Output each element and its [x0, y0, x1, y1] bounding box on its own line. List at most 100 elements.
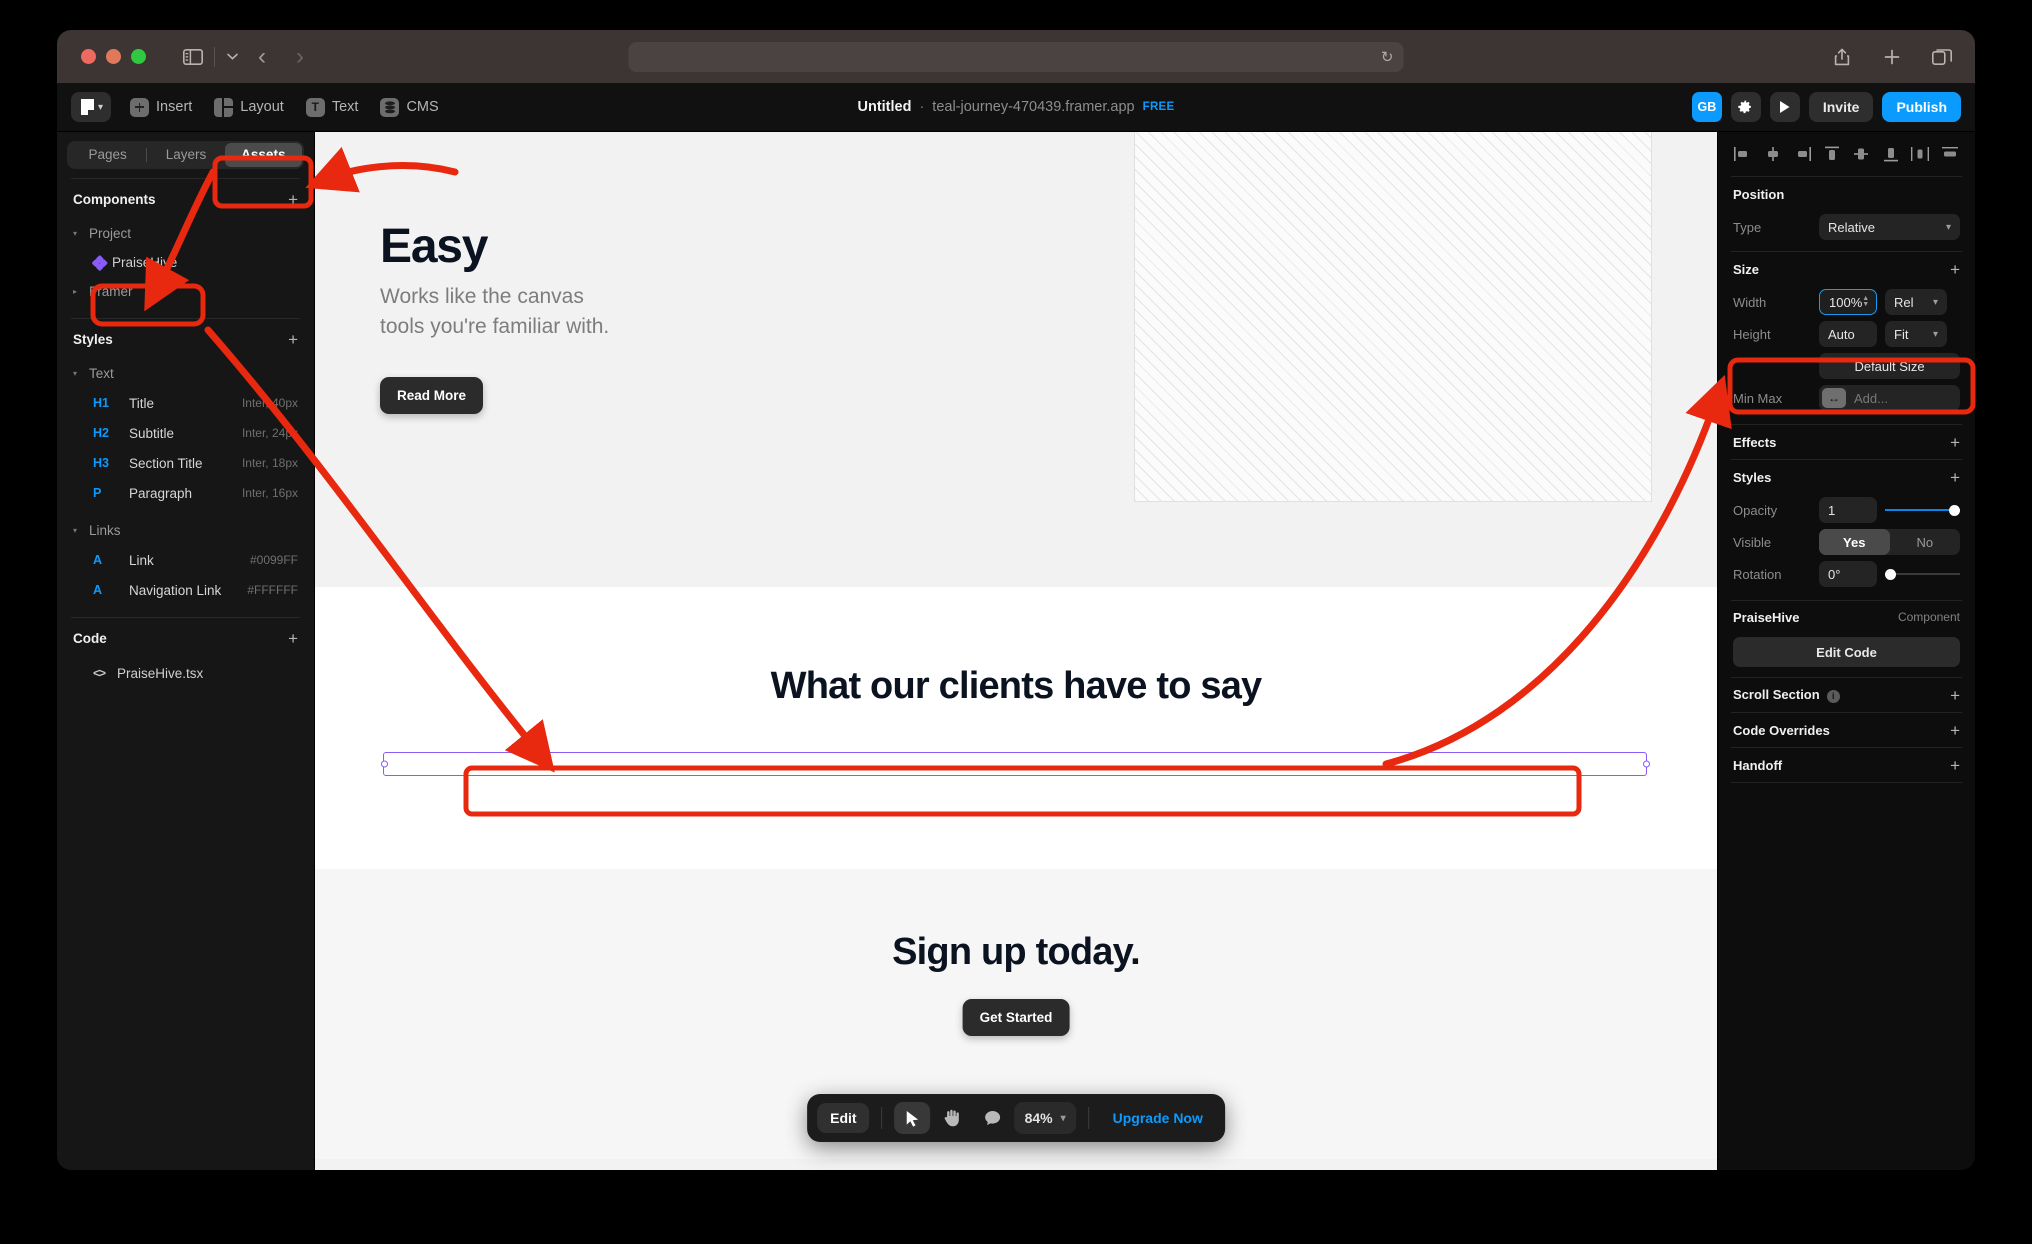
distribute-horizontal-icon[interactable] — [1910, 145, 1930, 163]
styles-group-text[interactable]: Text — [57, 359, 314, 388]
zoom-control[interactable]: 84% ▾ — [1014, 1102, 1076, 1134]
canvas[interactable]: Easy Works like the canvas tools you're f… — [315, 132, 1717, 1170]
chevron-down-icon[interactable] — [221, 42, 243, 72]
selected-component-on-canvas[interactable] — [380, 752, 1650, 776]
toolbar-layout-button[interactable]: Layout — [205, 92, 293, 122]
resize-handle-right[interactable] — [1642, 760, 1650, 768]
maximize-window-button[interactable] — [131, 49, 146, 64]
minimize-window-button[interactable] — [106, 49, 121, 64]
play-icon[interactable] — [1769, 92, 1800, 122]
code-icon: <> — [93, 666, 106, 680]
new-tab-icon[interactable] — [1877, 42, 1907, 72]
style-item-section-title[interactable]: H3 Section Title Inter, 18px — [57, 448, 314, 478]
add-style-button[interactable]: + — [288, 331, 298, 348]
position-type-select[interactable]: Relative ▾ — [1819, 214, 1960, 240]
align-right-icon[interactable] — [1792, 145, 1812, 163]
invite-button[interactable]: Invite — [1808, 92, 1874, 122]
align-center-vertical-icon[interactable] — [1851, 145, 1871, 163]
effects-title: Effects — [1733, 434, 1777, 450]
style-item-subtitle[interactable]: H2 Subtitle Inter, 24px — [57, 418, 314, 448]
slider-knob[interactable] — [1949, 504, 1960, 516]
height-unit-select[interactable]: Fit ▾ — [1885, 321, 1947, 347]
sidebar-toggle-icon[interactable] — [178, 42, 208, 72]
add-code-override-button[interactable]: + — [1950, 722, 1960, 739]
align-bottom-icon[interactable] — [1881, 145, 1901, 163]
rotation-input[interactable]: 0° — [1819, 561, 1877, 587]
width-unit-select[interactable]: Rel ▾ — [1885, 289, 1947, 315]
width-stepper[interactable]: ▲ ▼ — [1862, 295, 1869, 308]
visible-no-option[interactable]: No — [1890, 529, 1961, 555]
opacity-slider[interactable] — [1885, 497, 1960, 523]
align-center-horizontal-icon[interactable] — [1763, 145, 1783, 163]
arrows-horizontal-icon: ↔ — [1822, 388, 1846, 408]
resize-handle-left[interactable] — [380, 760, 388, 768]
hand-icon[interactable] — [935, 1102, 971, 1134]
tab-pages[interactable]: Pages — [69, 143, 146, 167]
distribute-vertical-icon[interactable] — [1940, 145, 1960, 163]
reload-icon[interactable]: ↻ — [1381, 48, 1394, 66]
chevron-down-icon[interactable] — [73, 229, 83, 238]
info-icon[interactable]: i — [1826, 689, 1840, 703]
style-item-title[interactable]: H1 Title Inter, 40px — [57, 388, 314, 418]
tab-assets[interactable]: Assets — [224, 143, 302, 167]
tree-item-project[interactable]: Project — [57, 219, 314, 248]
back-button[interactable]: ‹ — [243, 44, 281, 69]
default-size-button[interactable]: Default Size — [1819, 353, 1960, 379]
tab-layers[interactable]: Layers — [147, 143, 224, 167]
address-bar[interactable]: ↻ — [628, 41, 1404, 72]
inspector-styles-section-header: Styles + — [1718, 460, 1975, 494]
get-started-button[interactable]: Get Started — [962, 999, 1070, 1036]
styles-group-links[interactable]: Links — [57, 516, 314, 545]
edit-code-button[interactable]: Edit Code — [1733, 637, 1960, 667]
cursor-icon[interactable] — [894, 1102, 931, 1134]
add-handoff-button[interactable]: + — [1950, 757, 1960, 774]
style-name-subtitle: Subtitle — [129, 425, 175, 441]
framer-logo-button[interactable]: ▾ — [71, 92, 112, 122]
edit-mode-button[interactable]: Edit — [817, 1103, 870, 1133]
chevron-right-icon[interactable] — [73, 287, 83, 296]
share-icon[interactable] — [1827, 42, 1857, 72]
chevron-down-icon: ▾ — [1060, 1112, 1066, 1124]
document-domain[interactable]: teal-journey-470439.framer.app — [932, 99, 1134, 115]
minmax-label: Min Max — [1733, 390, 1783, 406]
add-size-button[interactable]: + — [1950, 261, 1960, 278]
upgrade-now-button[interactable]: Upgrade Now — [1101, 1110, 1215, 1126]
avatar[interactable]: GB — [1691, 92, 1722, 122]
style-item-navigation-link[interactable]: A Navigation Link #FFFFFF — [57, 575, 314, 605]
style-item-link[interactable]: A Link #0099FF — [57, 545, 314, 575]
document-name[interactable]: Untitled — [857, 99, 911, 115]
tree-item-praisehive[interactable]: PraiseHive — [57, 248, 314, 277]
code-file-praisehive[interactable]: <> PraiseHive.tsx — [57, 658, 314, 688]
style-item-paragraph[interactable]: P Paragraph Inter, 16px — [57, 478, 314, 508]
read-more-button[interactable]: Read More — [380, 377, 484, 414]
align-top-icon[interactable] — [1822, 145, 1842, 163]
rotation-slider[interactable] — [1885, 561, 1960, 587]
publish-button[interactable]: Publish — [1882, 92, 1961, 122]
gear-icon[interactable] — [1730, 92, 1761, 122]
toolbar-cms-button[interactable]: CMS — [371, 92, 447, 122]
tree-item-framer[interactable]: Framer — [57, 277, 314, 306]
add-effect-button[interactable]: + — [1950, 434, 1960, 451]
toolbar-insert-button[interactable]: Insert — [121, 92, 201, 122]
close-window-button[interactable] — [81, 49, 96, 64]
chrome-divider — [214, 46, 215, 67]
visible-yes-option[interactable]: Yes — [1819, 529, 1890, 555]
add-inspector-style-button[interactable]: + — [1950, 469, 1960, 486]
height-input[interactable]: Auto — [1819, 321, 1877, 347]
toolbar-text-button[interactable]: T Text — [297, 92, 368, 122]
tabs-icon[interactable] — [1927, 42, 1957, 72]
forward-button[interactable]: › — [281, 44, 319, 69]
opacity-input[interactable]: 1 — [1819, 497, 1877, 523]
comment-icon[interactable] — [975, 1102, 1011, 1134]
position-type-label: Type — [1733, 219, 1762, 235]
slider-knob[interactable] — [1885, 568, 1896, 580]
add-scroll-section-button[interactable]: + — [1950, 687, 1960, 704]
add-code-file-button[interactable]: + — [288, 630, 298, 647]
add-component-button[interactable]: + — [288, 191, 298, 208]
chevron-down-icon[interactable] — [73, 526, 83, 535]
minmax-input[interactable]: ↔ Add... — [1819, 385, 1960, 411]
align-left-icon[interactable] — [1733, 145, 1753, 163]
width-input[interactable]: 100% ▲ ▼ — [1819, 289, 1877, 315]
chevron-down-icon[interactable] — [73, 369, 83, 378]
chevron-down-icon: ▾ — [98, 101, 104, 113]
